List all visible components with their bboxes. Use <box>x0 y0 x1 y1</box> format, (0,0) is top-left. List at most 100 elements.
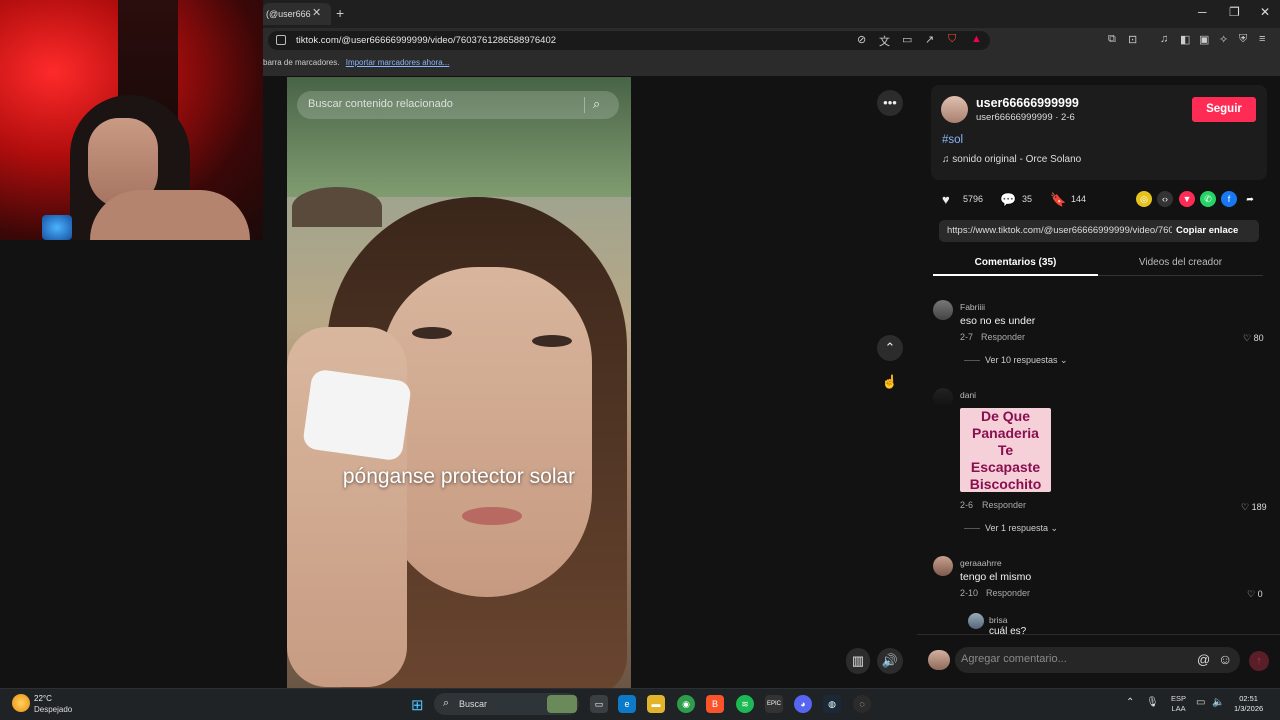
video-player[interactable] <box>287 77 631 688</box>
task-view-icon[interactable]: ▭ <box>590 695 608 713</box>
import-bookmarks-link[interactable]: Importar marcadores ahora... <box>346 58 450 67</box>
coin-icon[interactable]: ◎ <box>1136 191 1152 207</box>
share-page-icon[interactable]: ↗ <box>925 33 934 46</box>
edge-icon[interactable]: e <box>618 695 636 713</box>
comment-icon[interactable]: 💬 <box>1000 192 1016 208</box>
taskbar-search-label: Buscar <box>459 699 488 709</box>
music-icon[interactable]: ♫ <box>1160 33 1168 45</box>
speaker-icon[interactable]: 🔈 <box>1212 697 1224 708</box>
view-replies-button[interactable]: Ver 10 respuestas ⌄ <box>985 355 1068 366</box>
weather-icon[interactable] <box>12 694 30 712</box>
mention-icon[interactable]: @ <box>1197 652 1210 667</box>
chevron-down-icon: ⌄ <box>1057 355 1068 365</box>
webcam-overlay <box>0 0 263 240</box>
music-note-icon: ♫ <box>942 154 953 165</box>
chrome-icon[interactable]: ◉ <box>677 695 695 713</box>
tab-comments[interactable]: Comentarios (35) <box>933 251 1098 276</box>
brave-icon[interactable]: B <box>706 695 724 713</box>
tab-creator-videos[interactable]: Videos del creador <box>1098 251 1263 276</box>
sidebar-icon[interactable]: ◧ <box>1180 33 1190 46</box>
avatar[interactable] <box>933 556 953 576</box>
comment-like[interactable]: ♡ 189 <box>1241 502 1267 513</box>
comment-like[interactable]: ♡ 0 <box>1247 589 1263 600</box>
brave-shield-icon[interactable]: ⛉ <box>948 33 956 46</box>
microphone-icon[interactable]: 🎙 <box>1146 697 1159 708</box>
emoji-icon[interactable]: ☺ <box>1218 651 1232 667</box>
brave-rewards-icon[interactable]: ▲ <box>971 33 982 45</box>
comment-user[interactable]: geraaahrre <box>960 558 1002 568</box>
miniplayer-icon[interactable]: ▥ <box>846 648 870 674</box>
whatsapp-icon[interactable]: ✆ <box>1200 191 1216 207</box>
author-username[interactable]: user66666999999 <box>976 96 1079 110</box>
reader-icon[interactable]: ⊘ <box>857 33 866 46</box>
network-icon[interactable]: ▭ <box>1196 697 1205 708</box>
search-highlight-icon[interactable] <box>547 695 577 713</box>
reply-user[interactable]: brisa <box>989 615 1007 625</box>
restore-icon[interactable]: ❐ <box>1229 5 1240 19</box>
weather-temp[interactable]: 22°C <box>34 694 52 703</box>
hashtag-link[interactable]: #sol <box>942 134 963 146</box>
previous-video-icon[interactable]: ⌃ <box>877 335 903 361</box>
copy-link-button[interactable]: Copiar enlace <box>1176 225 1238 236</box>
share-link[interactable]: https://www.tiktok.com/@user66666999999/… <box>947 225 1172 236</box>
related-search-input[interactable]: Buscar contenido relacionado <box>297 91 619 119</box>
tab-search-icon[interactable]: ⊡ <box>1128 33 1137 46</box>
reply-button[interactable]: Responder <box>981 332 1025 342</box>
avatar[interactable] <box>968 613 984 629</box>
view-replies-label: Ver 1 respuesta <box>985 523 1049 533</box>
more-options-icon[interactable]: ••• <box>877 90 903 116</box>
spotify-icon[interactable]: ≋ <box>736 695 754 713</box>
search-placeholder: Buscar contenido relacionado <box>308 98 453 110</box>
embed-icon[interactable]: ‹› <box>1157 191 1173 207</box>
minimize-icon[interactable]: ─ <box>1198 5 1207 19</box>
obs-icon[interactable]: ◌ <box>853 695 871 713</box>
share-arrow-icon[interactable]: ➦ <box>1242 191 1258 207</box>
menu-icon[interactable]: ≡ <box>1259 33 1265 45</box>
epic-games-icon[interactable]: EPIC <box>765 695 783 713</box>
comment-date: 2-6 <box>960 500 974 510</box>
comment-user[interactable]: Fabriiii <box>960 302 985 312</box>
volume-icon[interactable]: 🔊 <box>877 648 903 674</box>
translate-icon[interactable]: 文 <box>879 33 890 49</box>
like-icon[interactable]: ♥ <box>942 192 950 207</box>
cursor-hand-icon: ☝ <box>881 374 899 389</box>
reply-button[interactable]: Responder <box>986 588 1030 598</box>
screen-icon[interactable]: ▭ <box>902 33 912 46</box>
extensions-icon[interactable]: ⧉ <box>1108 33 1116 46</box>
language-indicator[interactable]: ESP LAA <box>1171 694 1186 714</box>
comment-like[interactable]: ♡ 80 <box>1243 333 1264 344</box>
comment-user[interactable]: dani <box>960 390 976 400</box>
search-divider <box>584 97 585 113</box>
leo-icon[interactable]: ✧ <box>1219 33 1228 46</box>
close-window-icon[interactable]: ✕ <box>1260 5 1270 19</box>
avatar[interactable] <box>933 388 953 408</box>
new-tab-icon[interactable]: + <box>336 5 344 21</box>
avatar[interactable] <box>928 650 950 670</box>
vpn-icon[interactable]: ⛨ <box>1239 33 1247 46</box>
windows-start-icon[interactable]: ⊞ <box>411 696 424 714</box>
view-replies-button[interactable]: Ver 1 respuesta ⌄ <box>985 523 1058 534</box>
send-icon[interactable]: ▼ <box>1179 191 1195 207</box>
discord-icon[interactable]: ◕ <box>794 695 812 713</box>
close-tab-icon[interactable]: ✕ <box>312 6 321 19</box>
bookmark-icon[interactable]: 🔖 <box>1050 192 1066 208</box>
avatar[interactable] <box>933 300 953 320</box>
music-title: sonido original - Orce Solano <box>952 154 1082 165</box>
site-info-icon[interactable] <box>276 35 286 45</box>
music-info[interactable]: ♫ sonido original - Orce Solano <box>942 154 1081 165</box>
comment-text: eso no es under <box>960 315 1036 327</box>
clock[interactable]: 02:51 1/3/2026 <box>1234 694 1263 714</box>
wallet-icon[interactable]: ▣ <box>1199 33 1209 46</box>
reply-button[interactable]: Responder <box>982 500 1026 510</box>
follow-button[interactable]: Seguir <box>1192 97 1256 122</box>
file-explorer-icon[interactable]: ▬ <box>647 695 665 713</box>
steam-icon[interactable]: ◍ <box>823 695 841 713</box>
author-avatar[interactable] <box>941 96 968 123</box>
facebook-icon[interactable]: f <box>1221 191 1237 207</box>
weather-desc: Despejado <box>34 705 73 714</box>
search-icon[interactable]: ⌕ <box>593 96 600 112</box>
post-comment-button[interactable]: ↑ <box>1249 651 1269 671</box>
divider <box>964 360 980 361</box>
tray-overflow-icon[interactable]: ⌃ <box>1126 697 1134 708</box>
clock-time: 02:51 <box>1239 694 1258 703</box>
